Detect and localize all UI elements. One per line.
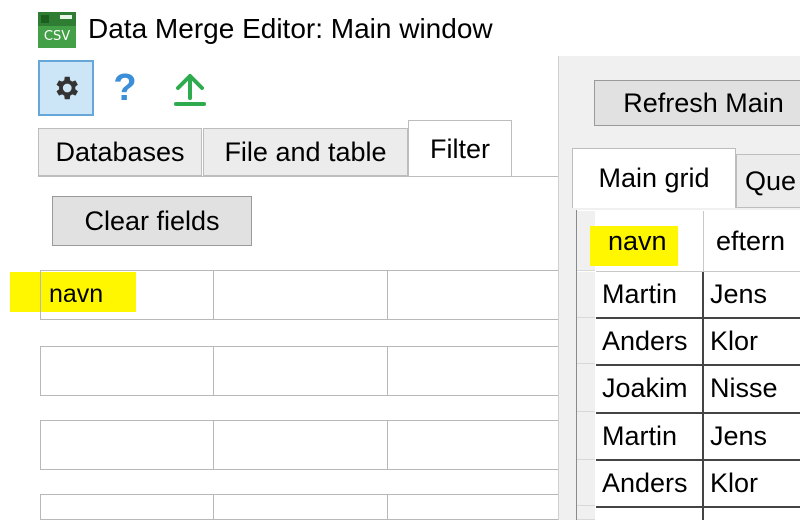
filter-field-3-2[interactable] bbox=[213, 420, 388, 470]
grid-cell[interactable]: Klor bbox=[704, 319, 800, 366]
grid-cell[interactable] bbox=[704, 508, 800, 520]
grid-cell[interactable]: Martin bbox=[596, 272, 704, 319]
grid-cell[interactable]: Jens bbox=[704, 272, 800, 319]
filter-field-3-1[interactable] bbox=[40, 420, 214, 470]
settings-button[interactable] bbox=[38, 60, 94, 116]
title-bar: CSV Data Merge Editor: Main window bbox=[0, 0, 800, 56]
help-button[interactable]: ? bbox=[108, 60, 142, 116]
tab-label: Databases bbox=[55, 136, 185, 167]
filter-field-3-3[interactable] bbox=[387, 420, 561, 470]
panel-splitter[interactable] bbox=[558, 56, 570, 520]
upload-button[interactable] bbox=[168, 60, 212, 116]
grid-cell[interactable]: Jens bbox=[704, 414, 800, 461]
tab-label: File and table bbox=[224, 136, 387, 167]
row-header[interactable] bbox=[577, 364, 595, 412]
refresh-main-button[interactable]: Refresh Main bbox=[594, 80, 800, 126]
grid-cell[interactable]: Nisse bbox=[704, 366, 800, 414]
filter-field-4-1[interactable] bbox=[40, 494, 214, 520]
tab-label: Que bbox=[745, 165, 797, 196]
column-header-eftern[interactable]: eftern bbox=[704, 211, 800, 272]
grid-cell[interactable] bbox=[596, 508, 704, 520]
row-header[interactable] bbox=[577, 506, 595, 520]
tab-main-grid[interactable]: Main grid bbox=[572, 148, 736, 208]
filter-field-1-3[interactable] bbox=[387, 270, 561, 320]
gear-icon bbox=[56, 76, 78, 100]
refresh-main-label: Refresh Main bbox=[623, 87, 784, 118]
filter-field-2-1[interactable] bbox=[40, 346, 214, 396]
filter-field-2-3[interactable] bbox=[387, 346, 561, 396]
tab-label: Filter bbox=[430, 133, 490, 164]
grid-cell[interactable]: Joakim bbox=[596, 366, 704, 414]
tab-databases[interactable]: Databases bbox=[38, 128, 202, 176]
clear-fields-label: Clear fields bbox=[84, 205, 220, 236]
column-header-navn[interactable]: navn bbox=[596, 211, 704, 272]
tab-file-and-table[interactable]: File and table bbox=[203, 128, 408, 176]
upload-icon bbox=[174, 74, 206, 106]
clear-fields-button[interactable]: Clear fields bbox=[52, 196, 252, 246]
tab-query[interactable]: Que bbox=[736, 154, 800, 208]
grid-cell[interactable]: Anders bbox=[596, 319, 704, 366]
app-icon-text: CSV bbox=[38, 26, 76, 48]
row-header[interactable] bbox=[577, 460, 595, 506]
filter-field-4-2[interactable] bbox=[213, 494, 388, 520]
grid-cell[interactable]: Martin bbox=[596, 414, 704, 461]
tab-strip-divider bbox=[38, 176, 558, 177]
csv-app-icon: CSV bbox=[38, 12, 76, 48]
filter-field-1-2[interactable] bbox=[213, 270, 388, 320]
tab-label: Main grid bbox=[598, 163, 710, 193]
row-header[interactable] bbox=[577, 318, 595, 364]
filter-field-1-1[interactable]: navn bbox=[40, 270, 214, 320]
window-title: Data Merge Editor: Main window bbox=[88, 13, 493, 44]
row-header[interactable] bbox=[577, 412, 595, 460]
row-header[interactable] bbox=[577, 272, 595, 318]
help-icon: ? bbox=[113, 66, 137, 109]
grid-cell[interactable]: Anders bbox=[596, 461, 704, 508]
filter-field-4-3[interactable] bbox=[387, 494, 561, 520]
filter-field-2-2[interactable] bbox=[213, 346, 388, 396]
grid-cell[interactable]: Klor bbox=[704, 461, 800, 508]
tab-filter[interactable]: Filter bbox=[408, 120, 512, 177]
